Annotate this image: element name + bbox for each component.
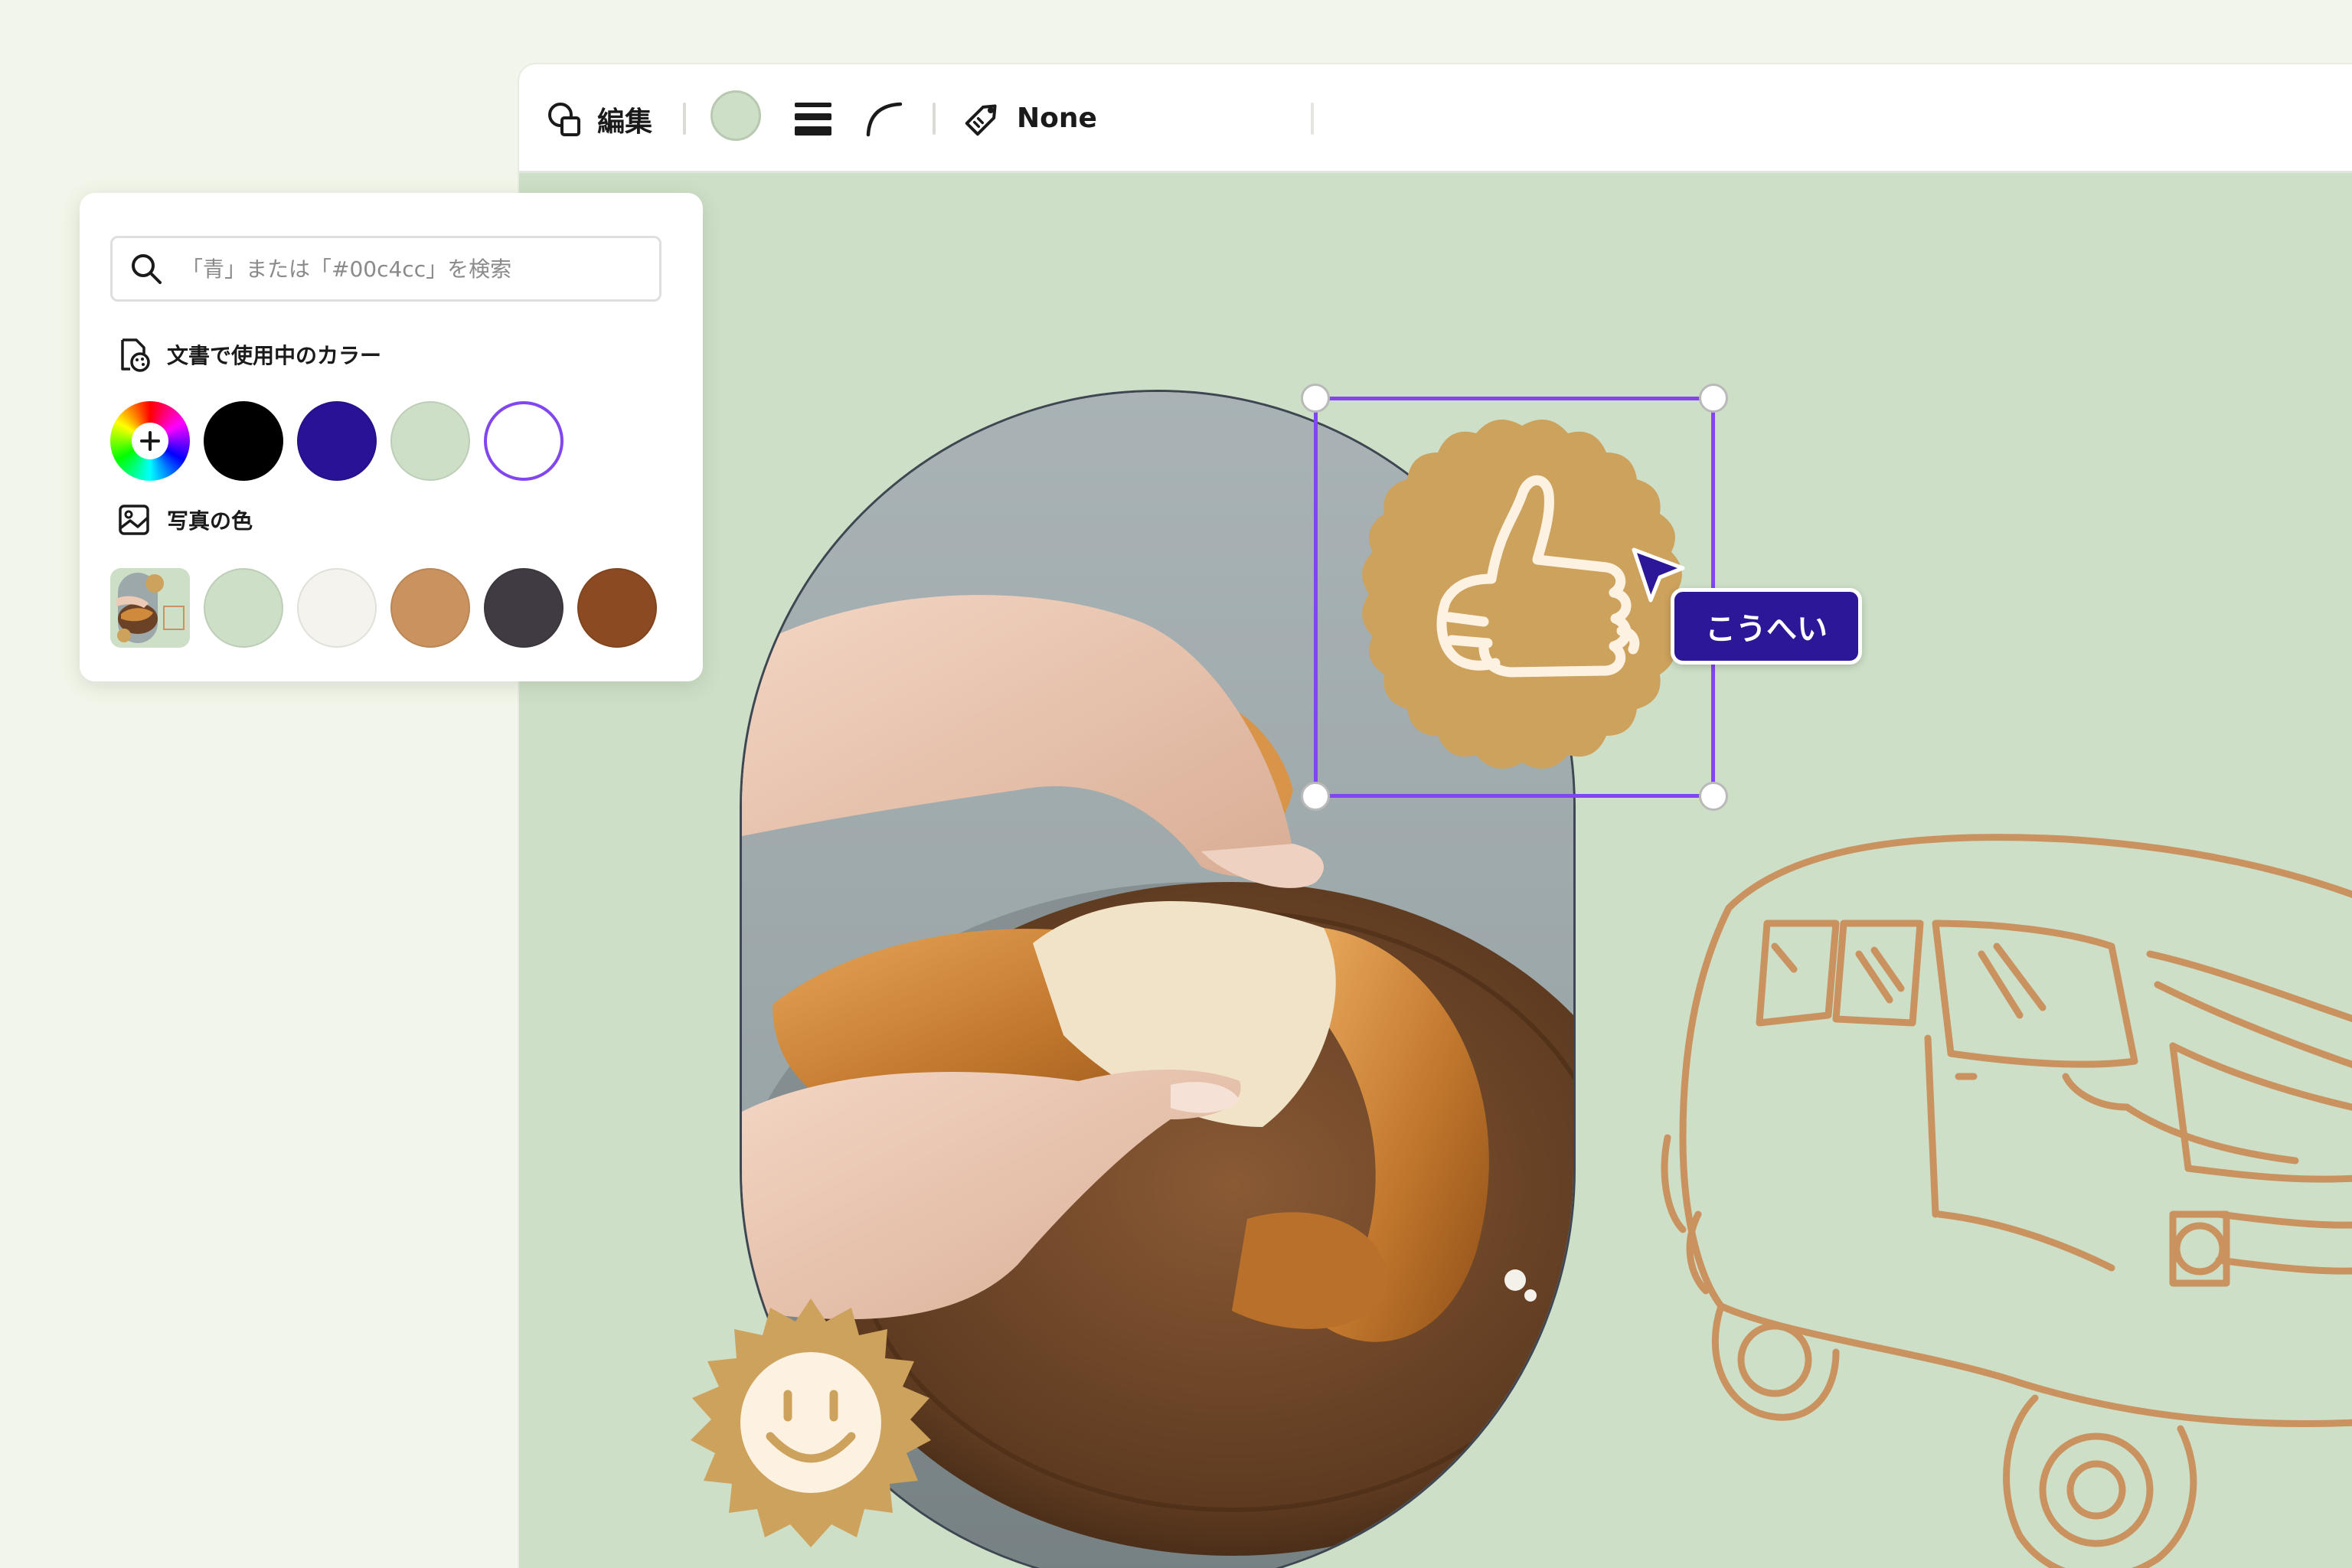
search-icon [132, 254, 162, 284]
resize-handle-bottom-right[interactable] [1699, 782, 1728, 811]
document-colors-heading: 文書で使用中のカラー [116, 337, 381, 372]
border-style-button[interactable] [789, 93, 838, 142]
tag-button[interactable]: None [962, 93, 1097, 142]
photo-color-swatch-sage[interactable] [204, 568, 283, 648]
photo-color-swatch-charcoal[interactable] [484, 568, 564, 648]
plus-icon [140, 431, 160, 451]
corner-rounding-button[interactable] [859, 93, 908, 142]
photo-colors-heading: 写真の色 [116, 502, 253, 537]
design-canvas[interactable]: こうへい [519, 173, 2352, 1568]
fill-color-button[interactable] [710, 90, 761, 141]
photo-colors-row [110, 568, 657, 648]
document-palette-icon [121, 338, 150, 372]
toolbar-divider [683, 103, 686, 135]
tag-label: None [1017, 102, 1097, 134]
tag-icon [965, 104, 997, 136]
photo-color-swatch-tan[interactable] [390, 568, 470, 648]
smiley-sticker[interactable] [677, 1291, 945, 1559]
border-weight-icon [795, 103, 831, 136]
color-swatch-indigo[interactable] [297, 401, 377, 481]
camper-van-illustration[interactable] [1637, 816, 2352, 1568]
photo-color-swatch-brown[interactable] [577, 568, 657, 648]
toolbar-divider [933, 103, 936, 135]
image-icon [119, 505, 149, 535]
toolbar-divider [1311, 103, 1314, 135]
color-swatch-sage[interactable] [390, 401, 470, 481]
edit-label: 編集 [597, 106, 653, 138]
shape-edit-icon [548, 103, 580, 136]
document-colors-row [110, 401, 564, 481]
resize-handle-bottom-left[interactable] [1301, 782, 1330, 811]
collaborator-name-tag: こうへい [1671, 588, 1862, 665]
color-search-input[interactable] [180, 255, 642, 283]
color-swatch-black[interactable] [204, 401, 283, 481]
edit-shape-button[interactable]: 編集 [544, 95, 652, 144]
app-window: 編集 None こうへい [519, 64, 2352, 1568]
color-picker-panel: 文書で使用中のカラー 写真の色 [80, 193, 703, 681]
photo-thumbnail[interactable] [110, 568, 190, 648]
photo-colors-title: 写真の色 [167, 508, 253, 534]
resize-handle-top-left[interactable] [1301, 384, 1330, 413]
corner-radius-icon [866, 102, 903, 137]
add-color-button[interactable] [110, 401, 190, 481]
editor-toolbar: 編集 None [519, 64, 2352, 173]
document-colors-title: 文書で使用中のカラー [167, 343, 382, 368]
resize-handle-top-right[interactable] [1699, 384, 1728, 413]
color-search-box[interactable] [110, 236, 662, 302]
croissant-thumbnail-image [110, 568, 190, 648]
photo-color-swatch-cream[interactable] [297, 568, 377, 648]
color-swatch-white-selected[interactable] [484, 401, 564, 481]
